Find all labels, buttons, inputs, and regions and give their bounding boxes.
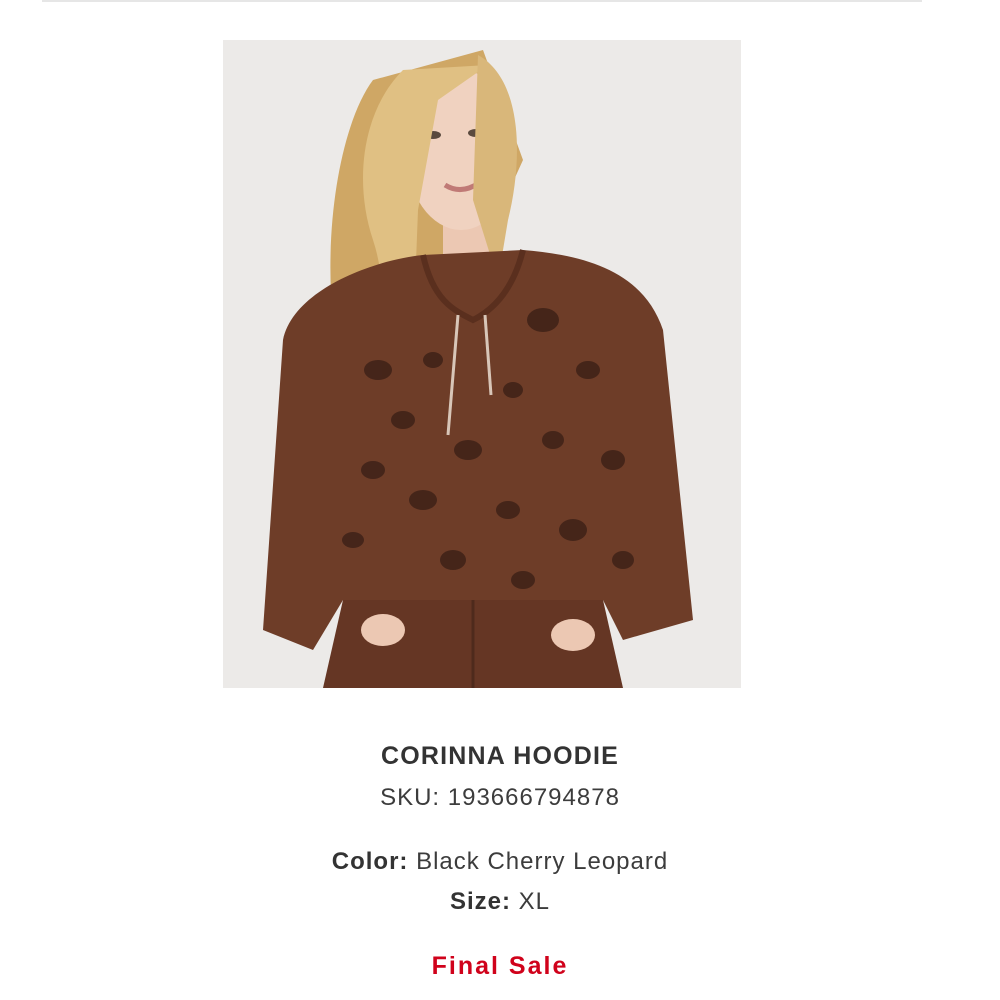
product-details: CORINNA HOODIE SKU: 193666794878 Color: … <box>0 734 1000 986</box>
color-line: Color: Black Cherry Leopard <box>0 842 1000 882</box>
size-value: XL <box>518 888 551 915</box>
size-label: Size: <box>449 888 511 915</box>
sku-label: SKU: <box>380 784 441 811</box>
color-label: Color: <box>331 848 409 875</box>
color-value: Black Cherry Leopard <box>416 848 669 875</box>
top-divider <box>42 0 922 2</box>
sku-value: 193666794878 <box>447 784 620 811</box>
product-detail-page: CORINNA HOODIE SKU: 193666794878 Color: … <box>0 0 1000 1000</box>
product-image[interactable] <box>223 40 741 688</box>
product-name: CORINNA HOODIE <box>380 742 620 770</box>
final-sale-badge: Final Sale <box>431 952 569 980</box>
sku-line: SKU: 193666794878 <box>0 778 1000 818</box>
product-photo-illustration <box>223 40 741 688</box>
size-line: Size: XL <box>0 882 1000 922</box>
